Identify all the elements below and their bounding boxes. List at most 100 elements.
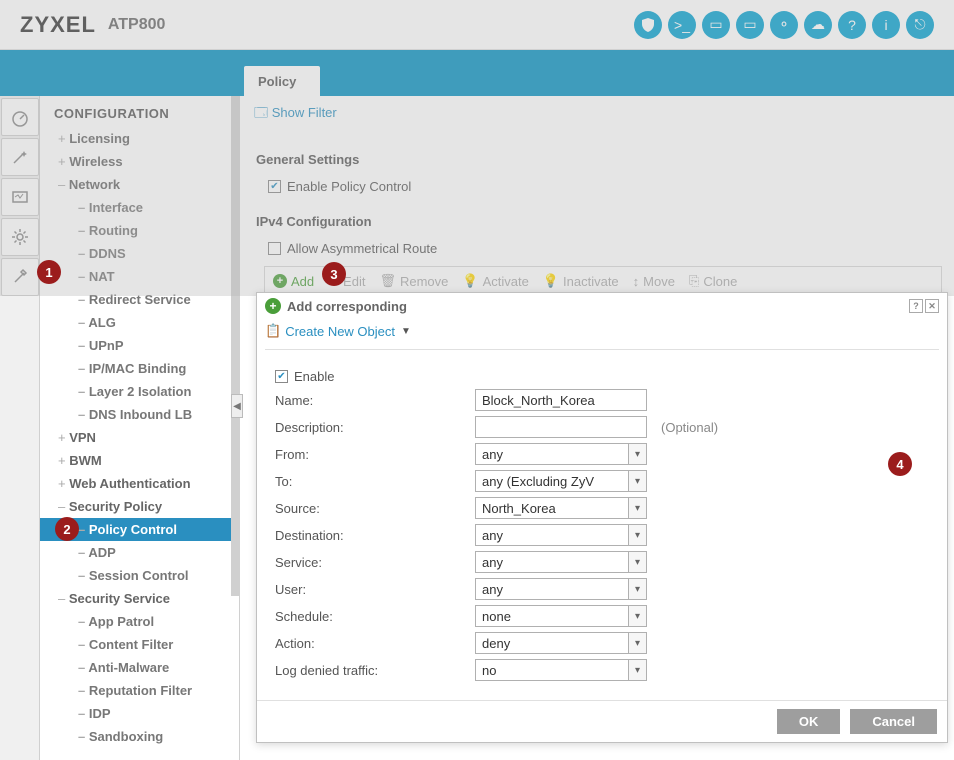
chevron-down-icon: ▾	[628, 525, 646, 545]
allow-asym-label: Allow Asymmetrical Route	[287, 241, 437, 256]
description-label: Description:	[275, 420, 475, 435]
sidebar-item-sandboxing[interactable]: Sandboxing	[40, 725, 239, 748]
sidebar-item-adp[interactable]: ADP	[40, 541, 239, 564]
cancel-button[interactable]: Cancel	[850, 709, 937, 734]
sidebar-item-redirect-service[interactable]: Redirect Service	[40, 288, 239, 311]
source-select[interactable]: North_Korea▾	[475, 497, 647, 519]
service-label: Service:	[275, 555, 475, 570]
sidebar-item-ddns[interactable]: DDNS	[40, 242, 239, 265]
sidebar-item-security-service[interactable]: Security Service	[40, 587, 239, 610]
sidebar-item-bwm[interactable]: BWM	[40, 449, 239, 472]
sidebar-collapse-handle[interactable]: ◀	[231, 394, 243, 418]
action-select[interactable]: deny▾	[475, 632, 647, 654]
sidebar-item-ip-mac-binding[interactable]: IP/MAC Binding	[40, 357, 239, 380]
help-icon[interactable]: ?	[909, 299, 923, 313]
tools-icon[interactable]	[1, 258, 39, 296]
chat-icon[interactable]: ☁	[804, 11, 832, 39]
remove-button[interactable]: 🗑 Remove	[379, 273, 448, 289]
annotation-badge-2: 2	[55, 517, 79, 541]
wand-icon[interactable]	[1, 138, 39, 176]
sidebar-item-session-control[interactable]: Session Control	[40, 564, 239, 587]
sidebar-item-content-filter[interactable]: Content Filter	[40, 633, 239, 656]
sidebar-item-interface[interactable]: Interface	[40, 196, 239, 219]
annotation-badge-1: 1	[37, 260, 61, 284]
sitemap-icon[interactable]: ⚬	[770, 11, 798, 39]
create-new-object-dropdown[interactable]: 📋 Create New Object	[257, 319, 947, 349]
clone-button[interactable]: ⎘ Clone	[689, 273, 737, 289]
ok-button[interactable]: OK	[777, 709, 841, 734]
description-input[interactable]	[475, 416, 647, 438]
move-button[interactable]: ↕ Move	[633, 273, 675, 289]
header-icon-bar: >_ ▭ ▭ ⚬ ☁ ? i ⎋	[634, 11, 934, 39]
info-icon[interactable]: i	[872, 11, 900, 39]
annotation-badge-3: 3	[322, 262, 346, 286]
log-select[interactable]: no▾	[475, 659, 647, 681]
monitor-icon[interactable]	[1, 178, 39, 216]
sidebar-item-nat[interactable]: NAT	[40, 265, 239, 288]
tab-policy[interactable]: Policy	[244, 66, 320, 97]
terminal-icon[interactable]: >_	[668, 11, 696, 39]
enable-policy-label: Enable Policy Control	[287, 179, 411, 194]
chevron-down-icon: ▾	[628, 552, 646, 572]
modal-header: + Add corresponding ? ✕	[257, 293, 947, 319]
from-select[interactable]: any▾	[475, 443, 647, 465]
allow-asym-checkbox[interactable]	[268, 242, 281, 255]
from-label: From:	[275, 447, 475, 462]
section-general: General Settings	[256, 152, 942, 167]
chevron-down-icon: ▾	[628, 498, 646, 518]
name-label: Name:	[275, 393, 475, 408]
sidebar-item-routing[interactable]: Routing	[40, 219, 239, 242]
sidebar-item-reputation-filter[interactable]: Reputation Filter	[40, 679, 239, 702]
enable-policy-checkbox[interactable]	[268, 180, 281, 193]
window-icon[interactable]: ▭	[736, 11, 764, 39]
sidebar-item-dns-inbound-lb[interactable]: DNS Inbound LB	[40, 403, 239, 426]
plus-icon: +	[273, 274, 287, 288]
destination-label: Destination:	[275, 528, 475, 543]
activate-button[interactable]: 💡 Activate	[462, 273, 528, 289]
chevron-down-icon: ▾	[628, 633, 646, 653]
add-button[interactable]: +Add	[273, 273, 314, 289]
schedule-select[interactable]: none▾	[475, 605, 647, 627]
source-label: Source:	[275, 501, 475, 516]
name-input[interactable]	[475, 389, 647, 411]
dashboard-icon[interactable]	[1, 98, 39, 136]
model-label: ATP800	[108, 16, 166, 34]
sidebar-item-web-authentication[interactable]: Web Authentication	[40, 472, 239, 495]
help-icon[interactable]: ?	[838, 11, 866, 39]
plus-icon: +	[265, 298, 281, 314]
logout-icon[interactable]: ⎋	[906, 11, 934, 39]
inactivate-button[interactable]: 💡 Inactivate	[543, 273, 619, 289]
gear-icon[interactable]	[1, 218, 39, 256]
action-label: Action:	[275, 636, 475, 651]
app-header: ZYXEL ATP800 >_ ▭ ▭ ⚬ ☁ ? i ⎋	[0, 0, 954, 50]
console-icon[interactable]: ▭	[702, 11, 730, 39]
close-icon[interactable]: ✕	[925, 299, 939, 313]
sidebar-item-layer-2-isolation[interactable]: Layer 2 Isolation	[40, 380, 239, 403]
user-label: User:	[275, 582, 475, 597]
service-select[interactable]: any▾	[475, 551, 647, 573]
shield-icon[interactable]	[634, 11, 662, 39]
user-select[interactable]: any▾	[475, 578, 647, 600]
to-label: To:	[275, 474, 475, 489]
sidebar-item-app-patrol[interactable]: App Patrol	[40, 610, 239, 633]
brand-logo: ZYXEL	[20, 12, 96, 38]
enable-rule-checkbox[interactable]	[275, 370, 288, 383]
sidebar-item-anti-malware[interactable]: Anti-Malware	[40, 656, 239, 679]
sidebar-item-idp[interactable]: IDP	[40, 702, 239, 725]
chevron-down-icon: ▾	[628, 606, 646, 626]
chevron-down-icon: ▾	[628, 471, 646, 491]
enable-rule-label: Enable	[294, 369, 334, 384]
sidebar-item-wireless[interactable]: Wireless	[40, 150, 239, 173]
sidebar-item-licensing[interactable]: Licensing	[40, 127, 239, 150]
show-filter-link[interactable]: 🗔 Show Filter	[252, 104, 942, 136]
chevron-down-icon: ▾	[628, 660, 646, 680]
sidebar-item-upnp[interactable]: UPnP	[40, 334, 239, 357]
sidebar-item-security-policy[interactable]: Security Policy	[40, 495, 239, 518]
sidebar-scrollbar[interactable]	[231, 96, 239, 596]
to-select[interactable]: any (Excluding ZyV▾	[475, 470, 647, 492]
destination-select[interactable]: any▾	[475, 524, 647, 546]
sidebar-item-alg[interactable]: ALG	[40, 311, 239, 334]
sidebar-item-vpn[interactable]: VPN	[40, 426, 239, 449]
sidebar-item-network[interactable]: Network	[40, 173, 239, 196]
sidebar-title: CONFIGURATION	[40, 96, 239, 127]
